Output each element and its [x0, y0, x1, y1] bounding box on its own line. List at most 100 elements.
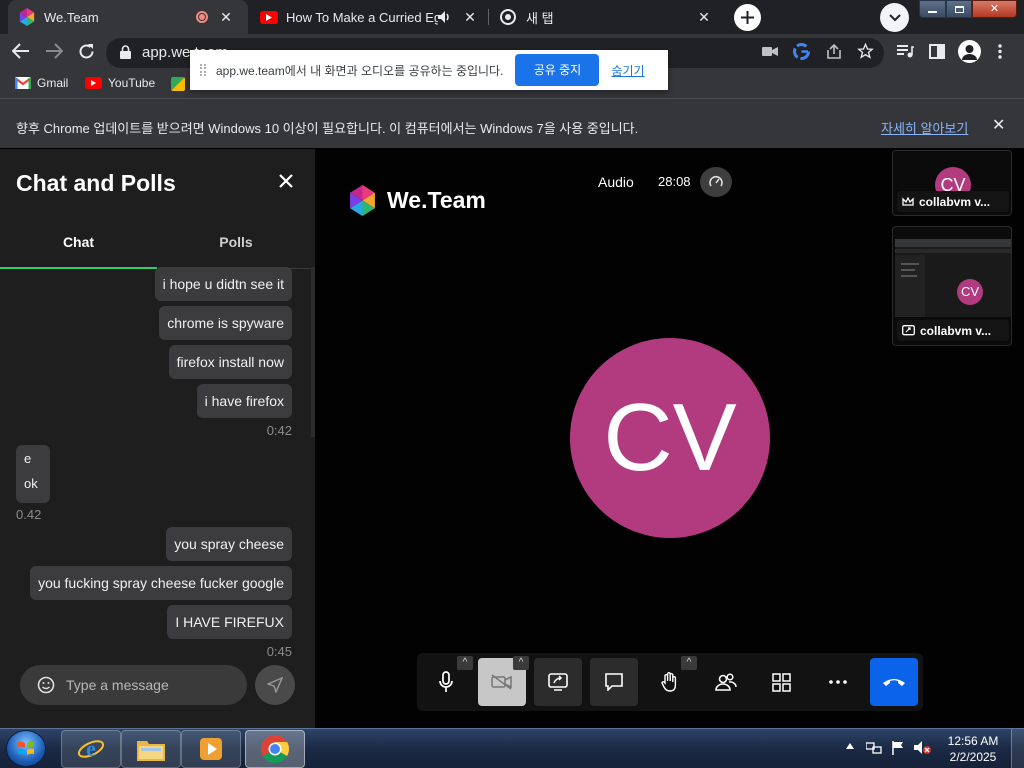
share-notice-message: app.we.team에서 내 화면과 오디오를 공유하는 중입니다. — [216, 63, 504, 78]
screen-share-icon — [902, 325, 915, 336]
more-options-button[interactable] — [814, 658, 862, 706]
star-icon[interactable] — [857, 43, 874, 59]
tab-youtube[interactable]: How To Make a Curried Egg ✕ — [250, 0, 486, 34]
info-bar-message: 향후 Chrome 업데이트를 받으려면 Windows 10 이상이 필요합니… — [16, 121, 639, 136]
chat-message: i hope u didtn see it — [154, 267, 292, 301]
chat-messages[interactable]: i hope u didtn see it chrome is spyware … — [0, 267, 315, 659]
bookmark-label: YouTube — [108, 76, 156, 90]
volume-muted-icon[interactable] — [914, 740, 932, 755]
share-icon[interactable] — [826, 44, 842, 59]
tab-separator — [488, 9, 489, 25]
send-button[interactable] — [255, 665, 295, 705]
close-icon[interactable]: ✕ — [696, 9, 712, 26]
queue-icon[interactable] — [897, 45, 914, 58]
network-icon[interactable] — [866, 741, 882, 755]
weteam-logo: We.Team — [347, 185, 486, 216]
chat-icon — [605, 673, 623, 691]
gmail-icon — [15, 77, 31, 89]
camera-options-caret[interactable]: ^ — [513, 656, 529, 670]
raise-hand-options-caret[interactable]: ^ — [681, 656, 697, 670]
message-time: 0:42 — [266, 423, 292, 438]
profile-icon[interactable] — [958, 40, 981, 63]
show-desktop-button[interactable] — [1011, 729, 1024, 768]
grid-view-button[interactable] — [757, 658, 805, 706]
close-window-button[interactable]: ✕ — [972, 0, 1017, 18]
bookmark-gmail[interactable]: Gmail — [15, 76, 68, 90]
clock-date: 2/2/2025 — [949, 750, 997, 764]
chat-message: firefox install now — [168, 345, 292, 379]
minimize-button[interactable] — [919, 0, 946, 18]
back-icon[interactable] — [12, 43, 30, 59]
action-center-flag-icon[interactable] — [891, 740, 905, 755]
close-icon[interactable]: ✕ — [992, 115, 1005, 135]
participant-name-tag: collabvm v... — [897, 191, 1009, 212]
chat-message: chrome is spyware — [159, 306, 292, 340]
taskbar-media-player[interactable] — [181, 730, 241, 768]
participant-name: collabvm v... — [920, 323, 992, 338]
tab-weteam[interactable]: We.Team ✕ — [8, 0, 248, 34]
hang-up-button[interactable] — [870, 658, 918, 706]
speaker-icon[interactable] — [438, 11, 452, 23]
forward-icon[interactable] — [45, 43, 63, 59]
share-screen-icon — [548, 673, 568, 691]
taskbar-explorer[interactable] — [121, 730, 181, 768]
hang-up-icon — [882, 676, 906, 688]
bookmark-label: Gmail — [37, 76, 69, 90]
tab-new[interactable]: 새 탭 ✕ — [490, 0, 726, 34]
bookmark-youtube[interactable]: YouTube — [85, 76, 155, 90]
google-icon[interactable] — [793, 43, 810, 60]
emoji-icon[interactable] — [37, 676, 55, 694]
microphone-options-caret[interactable]: ^ — [457, 656, 473, 670]
chrome-icon — [260, 734, 290, 764]
maximize-button[interactable] — [946, 0, 972, 18]
close-icon[interactable] — [278, 173, 294, 189]
chat-message: I HAVE FIREFUX — [167, 605, 292, 639]
participants-button[interactable] — [702, 658, 750, 706]
close-icon[interactable]: ✕ — [218, 9, 234, 26]
main-avatar: CV — [570, 338, 770, 538]
brand-name: We.Team — [387, 187, 486, 213]
reload-icon[interactable] — [78, 43, 95, 60]
participant-tile[interactable]: CV collabvm v... — [892, 226, 1012, 346]
chat-panel: Chat and Polls Chat Polls i hope u didtn… — [0, 149, 315, 728]
tab-chat[interactable]: Chat — [0, 221, 157, 269]
hide-link[interactable]: 숨기기 — [611, 62, 644, 79]
menu-icon[interactable] — [998, 44, 1002, 59]
audio-label[interactable]: Audio — [598, 174, 634, 190]
clock[interactable]: 12:56 AM 2/2/2025 — [942, 733, 1004, 765]
learn-more-link[interactable]: 자세히 알아보기 — [881, 118, 968, 137]
camera-icon[interactable] — [762, 46, 778, 57]
crown-icon — [902, 196, 914, 207]
explorer-icon — [136, 736, 166, 762]
svg-text:e: e — [86, 736, 96, 761]
raise-hand-icon — [661, 671, 679, 693]
speedometer-icon[interactable] — [700, 167, 732, 197]
share-screen-button[interactable] — [534, 658, 582, 706]
drag-handle-icon[interactable] — [200, 64, 206, 76]
participant-name: collabvm v... — [919, 194, 991, 209]
message-time: 0:45 — [266, 644, 292, 659]
stop-sharing-button[interactable]: 공유 중지 — [515, 54, 600, 86]
taskbar-chrome[interactable] — [245, 730, 305, 768]
new-tab-button[interactable] — [734, 4, 761, 31]
tab-polls[interactable]: Polls — [157, 221, 315, 269]
sidepanel-icon[interactable] — [929, 44, 945, 59]
message-input[interactable]: Type a message — [20, 665, 247, 705]
participant-tile[interactable]: CV collabvm v... — [892, 150, 1012, 216]
close-icon[interactable]: ✕ — [462, 9, 478, 26]
chat-button[interactable] — [590, 658, 638, 706]
start-button[interactable] — [6, 730, 46, 767]
tab-label: Chat — [62, 234, 95, 250]
avatar-initials: CV — [603, 384, 737, 491]
chrome-icon — [500, 9, 516, 25]
window-controls: ✕ — [919, 0, 1019, 18]
taskbar-internet-explorer[interactable]: e — [61, 730, 121, 768]
youtube-icon — [85, 77, 102, 89]
tray-overflow-icon[interactable] — [846, 743, 854, 749]
tab-label: We.Team — [44, 9, 99, 25]
lock-icon[interactable] — [120, 45, 131, 59]
tab-search-button[interactable] — [880, 3, 909, 32]
incoming-line: e — [24, 451, 32, 466]
maps-icon[interactable] — [171, 77, 185, 91]
microphone-icon — [438, 671, 454, 693]
